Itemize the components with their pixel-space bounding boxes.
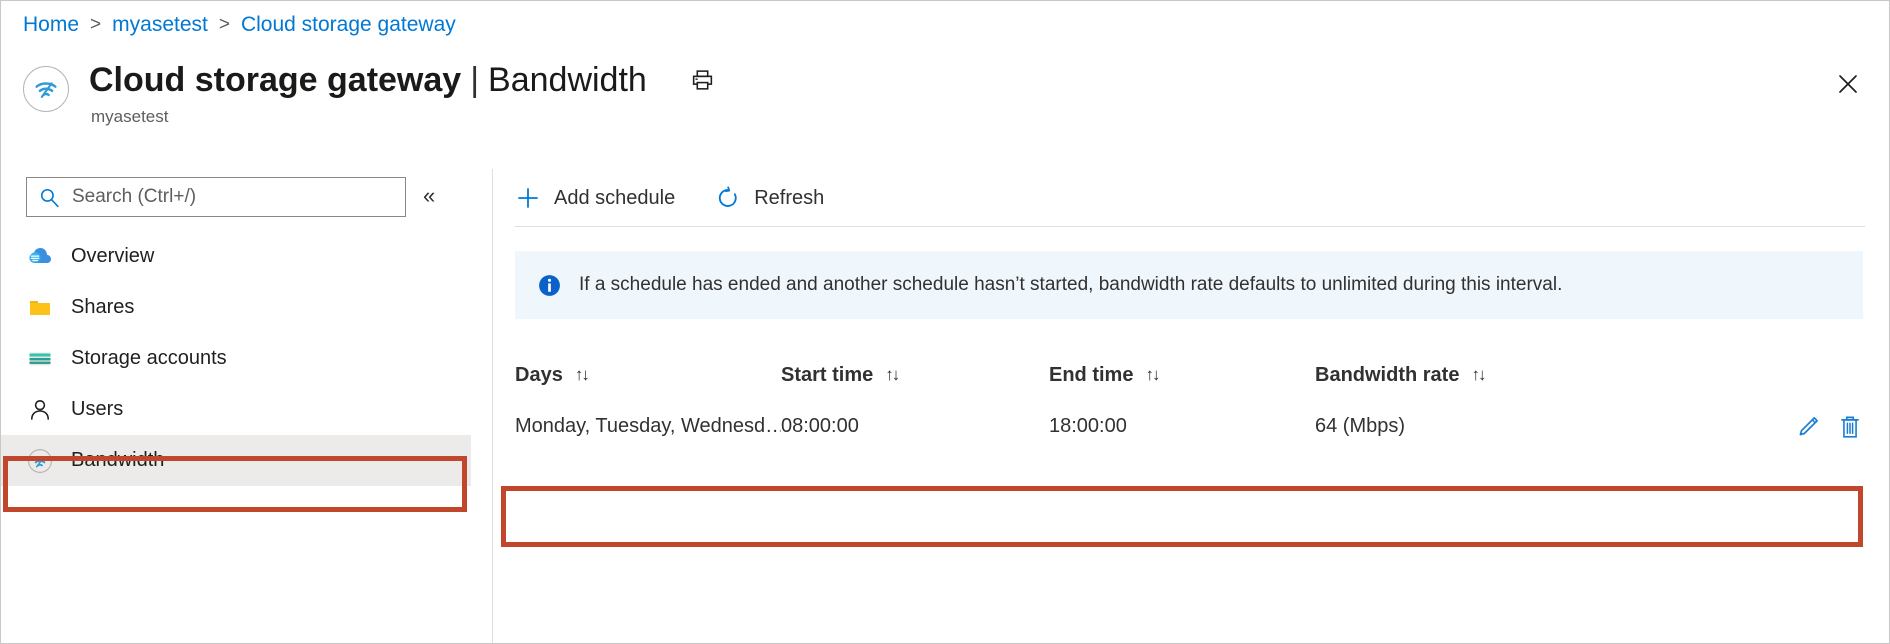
search-input[interactable] bbox=[70, 185, 370, 209]
breadcrumb-separator-icon: > bbox=[90, 14, 102, 35]
main-content: Add schedule Refresh If a schedule has e… bbox=[493, 169, 1889, 643]
breadcrumb-separator-icon: > bbox=[218, 14, 230, 35]
page-subtitle: myasetest bbox=[91, 107, 169, 126]
column-header-end-time[interactable]: End time ↑↓ bbox=[1049, 364, 1315, 387]
sidebar-item-bandwidth[interactable]: Bandwidth bbox=[1, 435, 471, 486]
bandwidth-wifi-icon bbox=[23, 66, 69, 112]
sidebar-item-label: Storage accounts bbox=[71, 347, 227, 369]
edit-pencil-icon[interactable] bbox=[1791, 410, 1825, 444]
search-box[interactable] bbox=[26, 177, 406, 217]
column-header-start-time[interactable]: Start time ↑↓ bbox=[781, 364, 1049, 387]
cell-actions bbox=[1735, 410, 1883, 444]
sidebar-item-shares[interactable]: Shares bbox=[1, 282, 471, 333]
folder-icon bbox=[26, 294, 54, 322]
sort-icon[interactable]: ↑↓ bbox=[885, 365, 900, 385]
plus-icon bbox=[515, 185, 541, 211]
sidebar-item-overview[interactable]: Overview bbox=[1, 231, 471, 282]
printer-icon[interactable] bbox=[689, 66, 717, 94]
sidebar-item-label: Users bbox=[71, 398, 124, 420]
sidebar: « Overview bbox=[1, 169, 493, 643]
table-row[interactable]: Monday, Tuesday, Wednesd… 08:00:00 18:00… bbox=[515, 399, 1883, 454]
column-header-label: End time bbox=[1049, 363, 1134, 386]
sidebar-item-label: Shares bbox=[71, 296, 135, 318]
collapse-sidebar-icon[interactable]: « bbox=[423, 185, 435, 207]
cell-end-time: 18:00:00 bbox=[1049, 415, 1127, 437]
cell-bandwidth-rate: 64 (Mbps) bbox=[1315, 415, 1406, 437]
sidebar-item-label: Overview bbox=[71, 245, 155, 267]
page-title-row: Cloud storage gateway | Bandwidth myaset… bbox=[23, 59, 717, 127]
column-header-label: Start time bbox=[781, 363, 874, 386]
command-bar-divider bbox=[515, 226, 1865, 227]
refresh-button[interactable]: Refresh bbox=[715, 185, 824, 211]
cell-days: Monday, Tuesday, Wednesd… bbox=[515, 415, 781, 437]
breadcrumb-item-home[interactable]: Home bbox=[23, 13, 79, 37]
storage-account-icon bbox=[26, 345, 54, 373]
sidebar-item-users[interactable]: Users bbox=[1, 384, 471, 435]
close-icon[interactable] bbox=[1833, 69, 1863, 99]
column-header-label: Days bbox=[515, 363, 563, 386]
page-title-main: Cloud storage gateway bbox=[89, 61, 462, 99]
cell-start-time: 08:00:00 bbox=[781, 415, 859, 437]
sort-icon[interactable]: ↑↓ bbox=[1471, 365, 1486, 385]
sidebar-item-storage-accounts[interactable]: Storage accounts bbox=[1, 333, 471, 384]
bandwidth-wifi-icon bbox=[26, 447, 54, 475]
breadcrumb-item-cloud-storage-gateway[interactable]: Cloud storage gateway bbox=[241, 13, 456, 37]
refresh-icon bbox=[715, 185, 741, 211]
user-icon bbox=[26, 396, 54, 424]
add-schedule-label: Add schedule bbox=[554, 186, 676, 209]
table-header-row: Days ↑↓ Start time ↑↓ End time ↑↓ Bandwi… bbox=[515, 351, 1883, 399]
refresh-label: Refresh bbox=[754, 186, 825, 209]
add-schedule-button[interactable]: Add schedule bbox=[515, 185, 675, 211]
info-banner: If a schedule has ended and another sche… bbox=[515, 251, 1863, 319]
column-header-days[interactable]: Days ↑↓ bbox=[515, 364, 781, 387]
azure-portal-blade: Home > myasetest > Cloud storage gateway… bbox=[0, 0, 1890, 644]
page-title-separator: | bbox=[470, 61, 480, 99]
delete-trash-icon[interactable] bbox=[1833, 410, 1867, 444]
command-bar: Add schedule Refresh bbox=[493, 169, 864, 227]
sort-icon[interactable]: ↑↓ bbox=[575, 365, 590, 385]
breadcrumb-item-myasetest[interactable]: myasetest bbox=[112, 13, 208, 37]
info-banner-text: If a schedule has ended and another sche… bbox=[579, 274, 1563, 295]
breadcrumb: Home > myasetest > Cloud storage gateway bbox=[23, 13, 456, 37]
sort-icon[interactable]: ↑↓ bbox=[1145, 365, 1160, 385]
bandwidth-schedule-table: Days ↑↓ Start time ↑↓ End time ↑↓ Bandwi… bbox=[515, 351, 1883, 454]
sidebar-item-label: Bandwidth bbox=[71, 449, 165, 471]
info-icon bbox=[537, 273, 562, 298]
page-title-sub: Bandwidth bbox=[488, 61, 647, 99]
sidebar-nav-list: Overview Shares Storage accounts Users B… bbox=[1, 231, 471, 486]
page-title: Cloud storage gateway | Bandwidth bbox=[89, 59, 717, 101]
column-header-bandwidth-rate[interactable]: Bandwidth rate ↑↓ bbox=[1315, 364, 1735, 387]
cloud-icon bbox=[26, 243, 54, 271]
search-icon bbox=[39, 187, 60, 208]
column-header-label: Bandwidth rate bbox=[1315, 363, 1460, 386]
